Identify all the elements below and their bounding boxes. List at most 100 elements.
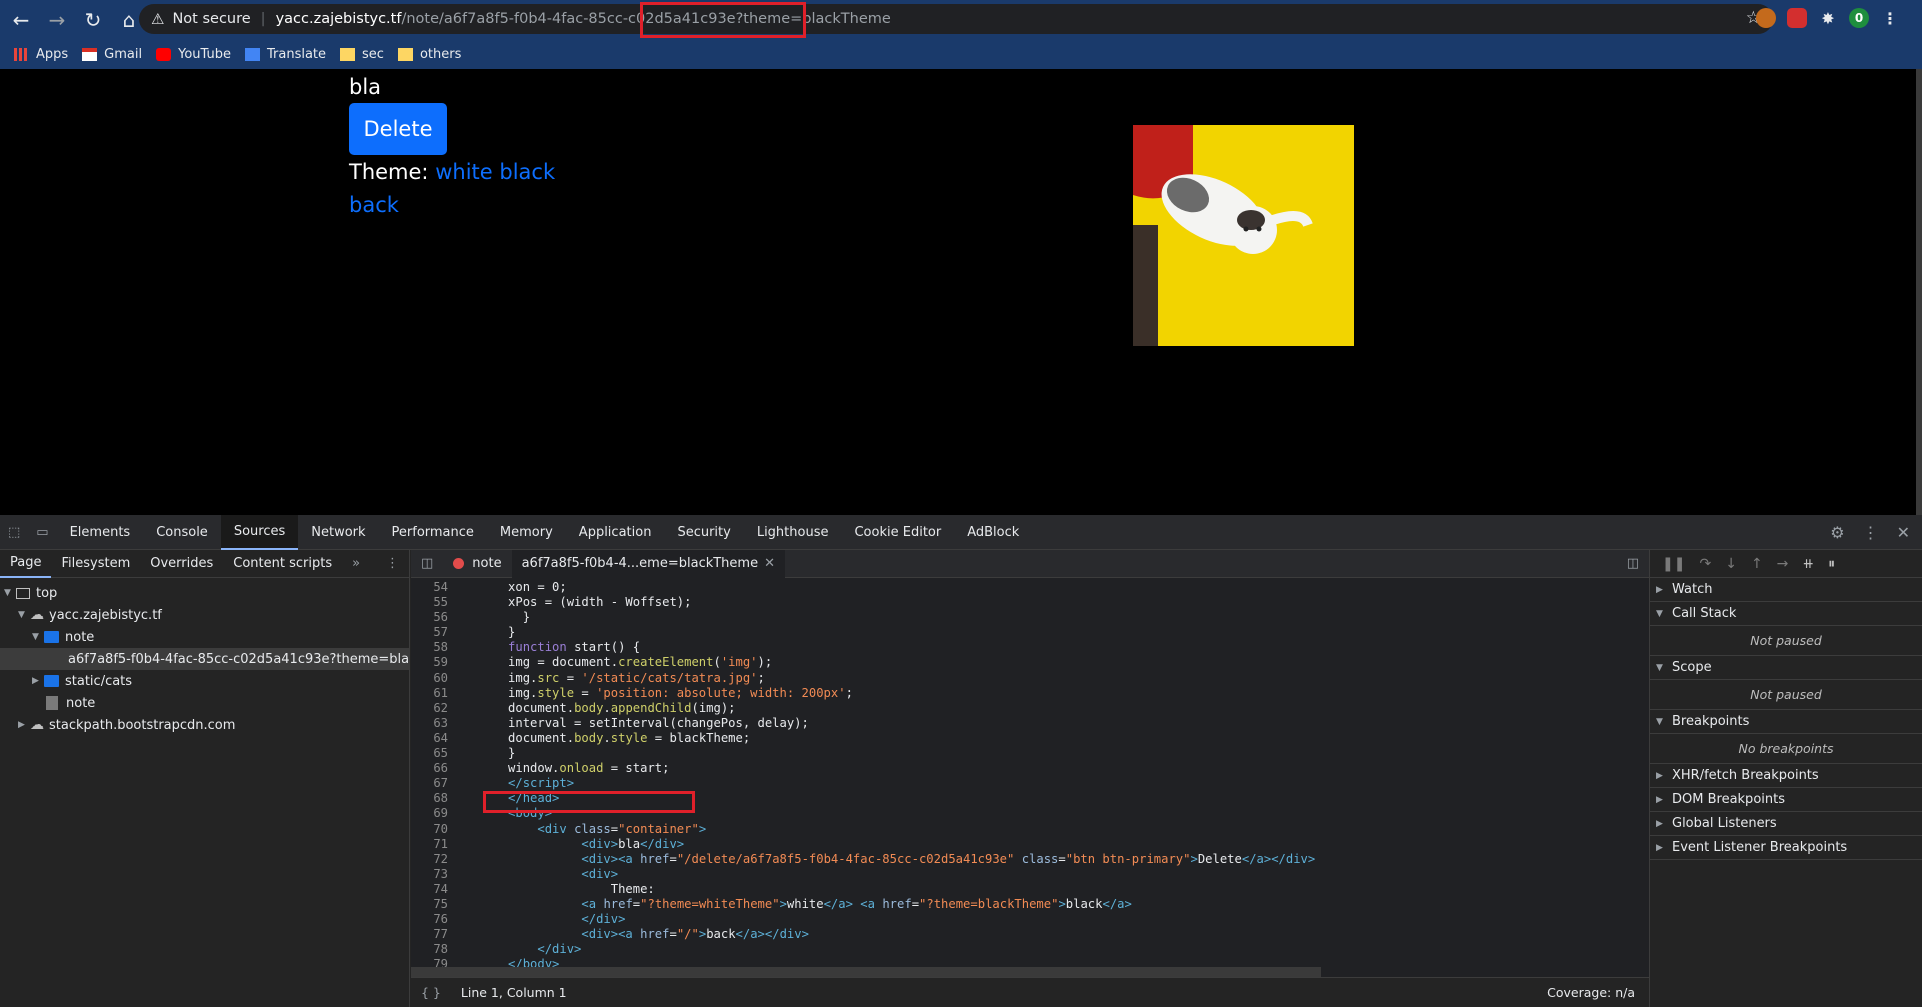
tab-elements[interactable]: Elements [57, 515, 144, 550]
tab-lighthouse[interactable]: Lighthouse [744, 515, 842, 550]
close-icon[interactable]: ✕ [1897, 523, 1910, 542]
tab-adblock[interactable]: AdBlock [954, 515, 1032, 550]
more-tabs-chevron-icon[interactable]: » [342, 550, 370, 578]
nav-tab-filesystem[interactable]: Filesystem [51, 550, 140, 578]
close-tab-icon[interactable]: ✕ [764, 556, 775, 571]
editor-tab-note[interactable]: note [443, 550, 511, 578]
line-number[interactable]: 67 [411, 776, 456, 791]
line-number[interactable]: 55 [411, 595, 456, 610]
line-number[interactable]: 75 [411, 897, 456, 912]
tab-cookie-editor[interactable]: Cookie Editor [841, 515, 954, 550]
step-over-icon[interactable]: ↷ [1699, 556, 1711, 572]
breakpoints-section[interactable]: ▼ Breakpoints [1650, 710, 1922, 734]
menu-kebab-icon[interactable]: ⋮ [1880, 8, 1900, 28]
line-number[interactable]: 74 [411, 882, 456, 897]
tree-item-note-file[interactable]: note [0, 692, 409, 714]
nav-tab-overrides[interactable]: Overrides [140, 550, 223, 578]
address-bar[interactable]: ⚠ Not secure | yacc.zajebistyc.tf /note/… [139, 4, 1773, 34]
step-into-icon[interactable]: ↓ [1725, 556, 1737, 572]
line-number[interactable]: 72 [411, 852, 456, 867]
pause-icon[interactable]: ❚❚ [1662, 556, 1685, 572]
line-number[interactable]: 61 [411, 686, 456, 701]
tab-security[interactable]: Security [664, 515, 743, 550]
nav-tab-content-scripts[interactable]: Content scripts [223, 550, 342, 578]
tab-sources[interactable]: Sources [220, 514, 299, 550]
editor-tab-active[interactable]: a6f7a8f5-f0b4-4...eme=blackTheme ✕ [511, 549, 785, 578]
inspect-element-icon[interactable]: ⬚ [0, 515, 28, 550]
line-number[interactable]: 65 [411, 746, 456, 761]
line-number[interactable]: 69 [411, 806, 456, 821]
delete-button[interactable]: Delete [349, 103, 447, 155]
profile-avatar[interactable]: 0 [1849, 8, 1869, 28]
line-number[interactable]: 66 [411, 761, 456, 776]
tree-item-note-folder[interactable]: ▼ note [0, 626, 409, 648]
code-line: 60 img.src = '/static/cats/tatra.jpg'; [411, 671, 1637, 686]
line-number[interactable]: 57 [411, 625, 456, 640]
forward-arrow-icon[interactable]: → [42, 5, 72, 35]
line-number[interactable]: 68 [411, 791, 456, 806]
tree-item-static-cats[interactable]: ▶ static/cats [0, 670, 409, 692]
bookmark-sec[interactable]: sec [340, 47, 384, 62]
line-number[interactable]: 64 [411, 731, 456, 746]
device-toggle-icon[interactable]: ▭ [28, 515, 56, 550]
line-number[interactable]: 54 [411, 580, 456, 595]
line-number[interactable]: 60 [411, 671, 456, 686]
line-number[interactable]: 56 [411, 610, 456, 625]
line-number[interactable]: 70 [411, 822, 456, 837]
bookmark-others[interactable]: others [397, 47, 461, 62]
line-number[interactable]: 78 [411, 942, 456, 957]
bookmark-translate[interactable]: Translate [244, 47, 326, 62]
step-icon[interactable]: → [1777, 556, 1789, 572]
navigator-menu-icon[interactable]: ⋮ [376, 550, 409, 578]
tree-item-cdn[interactable]: ▶ ☁ stackpath.bootstrapcdn.com [0, 714, 409, 736]
global-listeners-section[interactable]: ▶ Global Listeners [1650, 812, 1922, 836]
tab-console[interactable]: Console [143, 515, 221, 550]
line-number[interactable]: 76 [411, 912, 456, 927]
toggle-navigator-icon[interactable]: ◫ [411, 550, 443, 578]
pause-on-exceptions-icon[interactable]: ⏸ [1828, 556, 1835, 572]
line-number[interactable]: 71 [411, 837, 456, 852]
code-line: 63 interval = setInterval(changePos, del… [411, 716, 1637, 731]
tree-item-selected-file[interactable]: a6f7a8f5-f0b4-4fac-85cc-c02d5a41c93e?the… [0, 648, 409, 670]
bookmark-youtube[interactable]: YouTube [156, 47, 231, 62]
dom-breakpoints-section[interactable]: ▶ DOM Breakpoints [1650, 788, 1922, 812]
event-listener-breakpoints-section[interactable]: ▶ Event Listener Breakpoints [1650, 836, 1922, 860]
tab-network[interactable]: Network [298, 515, 378, 550]
editor-horizontal-scrollbar[interactable] [411, 967, 1321, 977]
scope-section[interactable]: ▼ Scope [1650, 656, 1922, 680]
tab-performance[interactable]: Performance [379, 515, 487, 550]
tree-item-top[interactable]: ▼ top [0, 582, 409, 604]
line-number[interactable]: 62 [411, 701, 456, 716]
bookmark-apps[interactable]: Apps [14, 47, 68, 62]
cookie-extension-icon[interactable] [1756, 8, 1776, 28]
back-link[interactable]: back [349, 193, 399, 217]
reload-icon[interactable]: ↻ [78, 5, 108, 35]
line-number[interactable]: 77 [411, 927, 456, 942]
white-theme-link[interactable]: white [435, 160, 492, 184]
nav-tab-page[interactable]: Page [0, 550, 52, 578]
puzzle-extensions-icon[interactable]: ✸ [1818, 8, 1838, 28]
tree-item-host[interactable]: ▼ ☁ yacc.zajebistyc.tf [0, 604, 409, 626]
adblock-extension-icon[interactable] [1787, 8, 1807, 28]
call-stack-section[interactable]: ▼ Call Stack [1650, 602, 1922, 626]
settings-gear-icon[interactable]: ⚙ [1830, 523, 1844, 542]
line-number[interactable]: 79 [411, 957, 456, 967]
back-arrow-icon[interactable]: ← [6, 5, 36, 35]
line-number[interactable]: 73 [411, 867, 456, 882]
line-number[interactable]: 58 [411, 640, 456, 655]
pretty-print-icon[interactable]: { } [421, 985, 441, 1000]
bookmark-gmail[interactable]: Gmail [82, 47, 142, 62]
tab-memory[interactable]: Memory [487, 515, 566, 550]
code-content[interactable]: 54 xon = 0; 55 xPos = (width - Woffset); 5… [411, 580, 1637, 967]
xhr-breakpoints-section[interactable]: ▶ XHR/fetch Breakpoints [1650, 764, 1922, 788]
page-scrollbar[interactable] [1916, 69, 1922, 515]
more-options-icon[interactable]: ⋮ [1863, 523, 1879, 542]
watch-section[interactable]: ▶ Watch [1650, 578, 1922, 602]
tab-application[interactable]: Application [566, 515, 665, 550]
line-number[interactable]: 63 [411, 716, 456, 731]
line-number[interactable]: 59 [411, 655, 456, 670]
black-theme-link[interactable]: black [499, 160, 555, 184]
deactivate-breakpoints-icon[interactable]: ⧺ [1802, 556, 1814, 572]
step-out-icon[interactable]: ↑ [1751, 556, 1763, 572]
toggle-debugger-icon[interactable]: ◫ [1617, 550, 1649, 578]
